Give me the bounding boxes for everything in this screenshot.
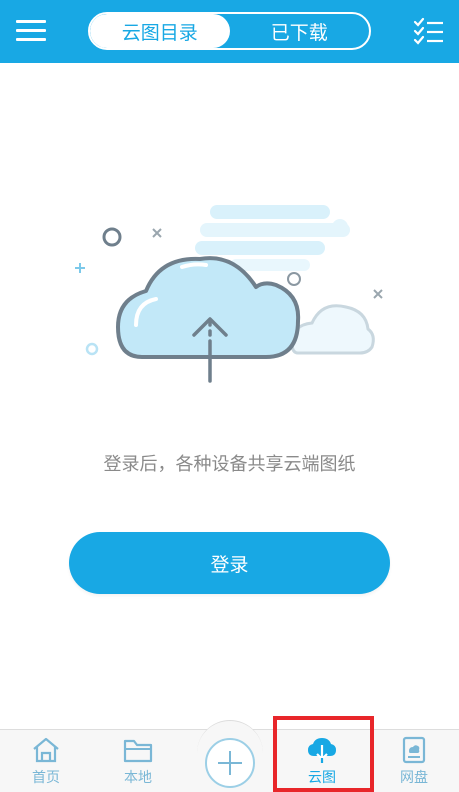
plus-icon[interactable] <box>205 738 255 788</box>
hamburger-menu-icon[interactable] <box>16 18 48 44</box>
cloud-download-icon <box>308 738 336 763</box>
nav-disk-label: 网盘 <box>400 770 428 786</box>
folder-icon <box>123 739 153 763</box>
tab-cloud-directory[interactable]: 云图目录 <box>90 14 230 48</box>
nav-home-label: 首页 <box>32 770 60 786</box>
nav-local[interactable]: 本地 <box>92 730 184 792</box>
checklist-icon[interactable] <box>413 16 445 48</box>
login-button[interactable]: 登录 <box>69 532 390 594</box>
nav-disk[interactable]: 网盘 <box>368 730 459 792</box>
login-description: 登录后，各种设备共享云端图纸 <box>103 454 356 475</box>
home-icon <box>33 737 59 763</box>
nav-home[interactable]: 首页 <box>0 730 92 792</box>
nav-cloud-label: 云图 <box>308 770 336 786</box>
nav-cloud[interactable]: 云图 <box>276 730 368 792</box>
nav-local-label: 本地 <box>124 770 152 786</box>
segmented-tabs: 云图目录 已下载 <box>88 12 371 50</box>
disk-icon <box>402 736 426 764</box>
top-bar: 云图目录 已下载 <box>0 0 459 63</box>
cloud-upload-illustration <box>60 195 400 395</box>
tab-downloaded[interactable]: 已下载 <box>230 14 370 48</box>
